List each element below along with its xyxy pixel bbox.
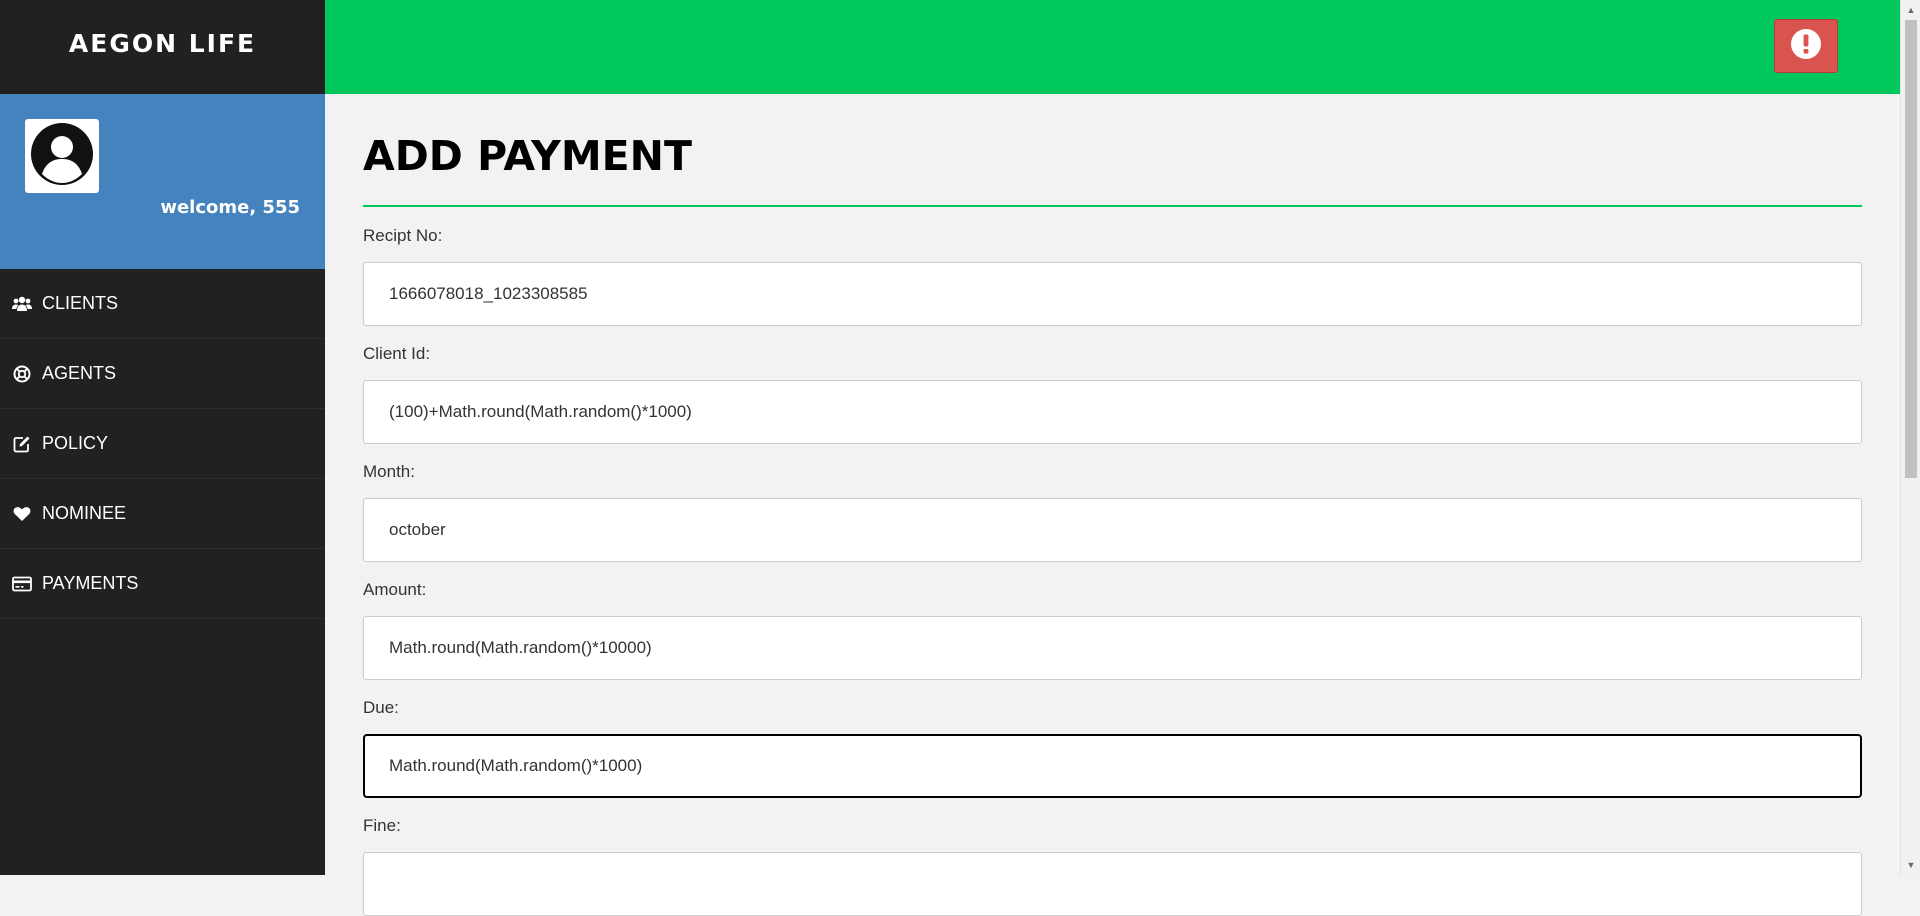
month-label: Month: [363,462,415,481]
profile-panel [0,94,325,269]
fine-label: Fine: [363,816,401,835]
sidebar-item-label: NOMINEE [42,503,127,523]
receipt-no-label: Recipt No: [363,226,443,245]
sidebar-item-label: PAYMENTS [42,573,139,593]
due-input[interactable] [363,734,1862,798]
vertical-scrollbar[interactable]: ▲ ▼ [1900,0,1920,875]
heart-icon [12,504,32,524]
sidebar-item-label: CLIENTS [42,293,119,313]
sidebar-item-label: POLICY [42,433,109,453]
sidebar-nav: CLIENTS AGENTS POLICY NOMINEE PAYMENTS [0,269,325,619]
life-ring-icon [12,364,32,384]
sidebar-item-agents[interactable]: AGENTS [0,339,325,409]
sidebar-item-payments[interactable]: PAYMENTS [0,549,325,619]
page-title: ADD PAYMENT [363,132,692,180]
top-bar [325,0,1900,94]
amount-label: Amount: [363,580,427,599]
sidebar-item-nominee[interactable]: NOMINEE [0,479,325,549]
brand-title: AEGON LIFE [0,0,325,94]
receipt-no-input[interactable] [363,262,1862,326]
client-id-input[interactable] [363,380,1862,444]
month-input[interactable] [363,498,1862,562]
scrollbar-thumb[interactable] [1905,20,1917,478]
sidebar-item-clients[interactable]: CLIENTS [0,269,325,339]
scroll-down-arrow-icon[interactable]: ▼ [1901,857,1920,873]
add-payment-form: Recipt No: Client Id: Month: Amount: Due… [363,226,1862,916]
due-label: Due: [363,698,399,717]
users-icon [12,294,32,314]
main-content: ADD PAYMENT Recipt No: Client Id: Month:… [363,94,1862,916]
sidebar: AEGON LIFE welcome, 555 CLIENTS AGENTS P… [0,0,325,875]
title-divider [363,205,1862,207]
exclamation-circle-icon [1790,28,1822,65]
alert-button[interactable] [1774,19,1838,73]
client-id-label: Client Id: [363,344,431,363]
welcome-text: welcome, 555 [160,197,300,218]
user-avatar-icon [30,122,94,191]
avatar [25,119,99,193]
amount-input[interactable] [363,616,1862,680]
credit-card-icon [12,574,32,594]
sidebar-item-policy[interactable]: POLICY [0,409,325,479]
edit-icon [12,434,32,454]
sidebar-item-label: AGENTS [42,363,117,383]
fine-input[interactable] [363,852,1862,916]
scroll-up-arrow-icon[interactable]: ▲ [1901,2,1920,18]
